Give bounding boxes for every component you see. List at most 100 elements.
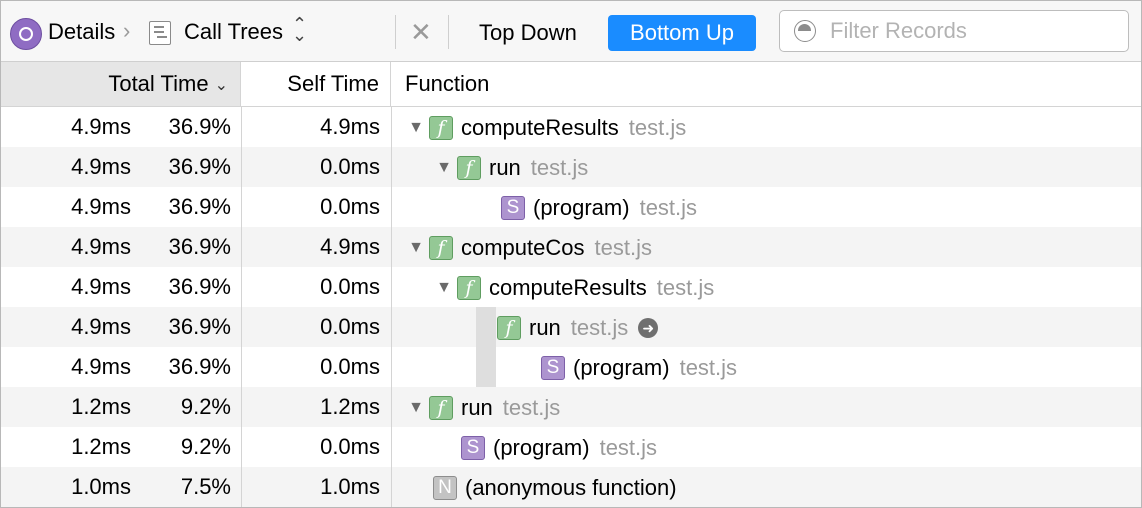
function-name: computeResults: [461, 115, 619, 141]
total-time-percent: 36.9%: [168, 314, 231, 339]
function-name: (program): [533, 195, 630, 221]
details-icon[interactable]: [10, 18, 42, 50]
column-divider: [241, 107, 242, 507]
toolbar-divider: [395, 15, 396, 49]
total-time-percent: 36.9%: [168, 274, 231, 299]
total-time-percent: 36.9%: [168, 114, 231, 139]
function-name: run: [461, 395, 493, 421]
tree-guide: [476, 307, 496, 387]
top-down-button[interactable]: Top Down: [469, 18, 587, 48]
self-time: 0.0ms: [320, 354, 380, 379]
function-cell: S (program) test.js: [541, 347, 737, 387]
toolbar: Details › Call Trees ⌃ ⌄ ✕ Top Down Botto…: [1, 1, 1141, 62]
function-name: (program): [573, 355, 670, 381]
table-row[interactable]: 4.9ms 36.9% 4.9ms ▼ f computeResults test.j…: [1, 107, 1141, 147]
self-time: 0.0ms: [320, 194, 380, 219]
function-cell: ▼ f computeResults test.js: [435, 267, 714, 307]
source-file[interactable]: test.js: [680, 355, 737, 380]
source-file[interactable]: test.js: [531, 155, 588, 180]
function-icon: f: [457, 156, 481, 181]
script-icon: S: [461, 436, 485, 461]
function-name: run: [529, 315, 561, 341]
source-file[interactable]: test.js: [600, 435, 657, 460]
table-row[interactable]: 1.0ms 7.5% 1.0ms N (anonymous function): [1, 467, 1141, 507]
function-column-header[interactable]: Function: [405, 62, 489, 106]
column-divider: [391, 107, 392, 507]
function-name: (program): [493, 435, 590, 461]
chevron-right-icon: ›: [123, 18, 131, 43]
self-time: 0.0ms: [320, 314, 380, 339]
function-name: computeResults: [489, 275, 647, 301]
total-time-ms: 4.9ms: [71, 354, 131, 379]
script-icon: S: [541, 356, 565, 381]
call-tree-rows: 4.9ms 36.9% 4.9ms ▼ f computeResults test.j…: [1, 107, 1141, 507]
call-tree-panel: Details › Call Trees ⌃ ⌄ ✕ Top Down Botto…: [0, 0, 1142, 508]
table-row[interactable]: 4.9ms 36.9% 0.0ms S (program) test.js: [1, 347, 1141, 387]
source-file[interactable]: test.js: [629, 115, 686, 140]
function-name: computeCos: [461, 235, 585, 261]
disclosure-triangle-icon[interactable]: ▼: [407, 228, 425, 268]
self-time-column-header[interactable]: Self Time: [242, 62, 391, 106]
table-row[interactable]: 4.9ms 36.9% 0.0ms ▼fruntest.js➜: [1, 307, 1141, 347]
table-header: Total Time ⌄ Self Time Function: [1, 62, 1141, 107]
sort-descending-icon: ⌄: [214, 77, 228, 94]
total-time-ms: 4.9ms: [71, 314, 131, 339]
total-time-column-header[interactable]: Total Time ⌄: [1, 62, 241, 106]
filter-box[interactable]: [779, 10, 1129, 52]
source-file[interactable]: test.js: [640, 195, 697, 220]
disclosure-triangle-icon[interactable]: ▼: [435, 148, 453, 188]
self-time: 1.2ms: [320, 394, 380, 419]
table-row[interactable]: 1.2ms 9.2% 1.2ms ▼ f run test.js: [1, 387, 1141, 427]
function-cell: ▼ f run test.js: [407, 387, 560, 427]
function-cell: S (program) test.js: [501, 187, 697, 227]
total-time-ms: 1.2ms: [71, 434, 131, 459]
self-time: 0.0ms: [320, 434, 380, 459]
self-time: 1.0ms: [320, 474, 380, 499]
function-cell: ▼fruntest.js➜: [475, 307, 659, 347]
breadcrumb-call-trees[interactable]: Call Trees: [184, 19, 283, 45]
go-to-arrow-icon[interactable]: ➜: [638, 318, 659, 339]
table-row[interactable]: 4.9ms 36.9% 0.0ms S (program) test.js: [1, 187, 1141, 227]
chevron-up-down-icon[interactable]: ⌃ ⌄: [292, 15, 307, 44]
toolbar-divider: [448, 15, 449, 49]
function-icon: f: [429, 396, 453, 421]
total-time-ms: 1.2ms: [71, 394, 131, 419]
source-file[interactable]: test.js: [571, 315, 628, 340]
self-time: 0.0ms: [320, 274, 380, 299]
source-file[interactable]: test.js: [657, 275, 714, 300]
self-time: 4.9ms: [320, 234, 380, 259]
disclosure-triangle-icon[interactable]: ▼: [407, 108, 425, 148]
total-time-ms: 4.9ms: [71, 194, 131, 219]
source-file[interactable]: test.js: [503, 395, 560, 420]
filter-icon: [794, 20, 816, 42]
native-function-icon: N: [433, 476, 457, 501]
disclosure-triangle-icon[interactable]: ▼: [435, 268, 453, 308]
disclosure-triangle-icon[interactable]: ▼: [407, 388, 425, 428]
function-name: run: [489, 155, 521, 181]
breadcrumb-details[interactable]: Details: [48, 19, 115, 45]
table-row[interactable]: 4.9ms 36.9% 4.9ms ▼ f computeCos test.js: [1, 227, 1141, 267]
total-time-percent: 36.9%: [168, 234, 231, 259]
total-time-ms: 4.9ms: [71, 234, 131, 259]
total-time-percent: 36.9%: [168, 354, 231, 379]
function-icon: f: [457, 276, 481, 301]
function-cell: S (program) test.js: [461, 427, 657, 467]
table-row[interactable]: 4.9ms 36.9% 0.0ms ▼ f run test.js: [1, 147, 1141, 187]
function-icon: f: [497, 316, 521, 341]
script-icon: S: [501, 196, 525, 221]
total-time-ms: 4.9ms: [71, 154, 131, 179]
function-icon: f: [429, 236, 453, 261]
source-file[interactable]: test.js: [595, 235, 652, 260]
filter-records-input[interactable]: [830, 18, 1110, 44]
total-time-percent: 9.2%: [180, 434, 231, 459]
self-time: 0.0ms: [320, 154, 380, 179]
function-cell: ▼ f computeCos test.js: [407, 227, 652, 267]
close-icon[interactable]: ✕: [410, 17, 432, 48]
bottom-up-button[interactable]: Bottom Up: [608, 15, 756, 51]
total-time-header-label: Total Time: [108, 71, 209, 96]
function-name: (anonymous function): [465, 475, 677, 501]
total-time-ms: 4.9ms: [71, 114, 131, 139]
table-row[interactable]: 4.9ms 36.9% 0.0ms ▼ f computeResults test.j…: [1, 267, 1141, 307]
table-row[interactable]: 1.2ms 9.2% 0.0ms S (program) test.js: [1, 427, 1141, 467]
total-time-percent: 36.9%: [168, 154, 231, 179]
